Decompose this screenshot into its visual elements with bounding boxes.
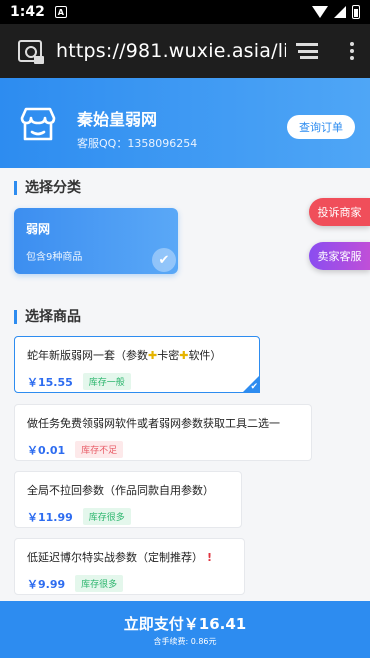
seller-service-button[interactable]: 卖家客服 bbox=[309, 242, 370, 270]
stock-badge: 库存很多 bbox=[82, 508, 131, 525]
product-name: 蛇年新版弱网一套（参数✚卡密✚软件） bbox=[27, 349, 222, 362]
wifi-icon bbox=[312, 6, 328, 18]
product-price: ￥15.55 bbox=[27, 375, 73, 389]
shop-qq: 客服QQ：1358096254 bbox=[77, 137, 198, 150]
shop-name: 秦始皇弱网 bbox=[77, 110, 158, 129]
product-section-title: 选择商品 bbox=[14, 310, 81, 324]
status-icons bbox=[312, 5, 360, 19]
more-menu-icon[interactable] bbox=[346, 42, 358, 60]
product-name: 做任务免费领弱网软件或者弱网参数获取工具二选一 bbox=[27, 417, 280, 430]
check-icon: ✔ bbox=[152, 248, 176, 272]
signal-icon bbox=[334, 6, 346, 18]
category-name: 弱网 bbox=[26, 222, 51, 236]
store-icon bbox=[20, 107, 56, 141]
product-price: ￥0.01 bbox=[27, 443, 66, 457]
product-price: ￥11.99 bbox=[27, 510, 73, 524]
site-info-icon[interactable] bbox=[18, 40, 44, 64]
category-card[interactable]: 弱网 包含9种商品 ✔ bbox=[14, 208, 178, 274]
pay-button[interactable]: 立即支付￥16.41 含手续费: 0.86元 bbox=[0, 601, 370, 658]
product-card[interactable]: 做任务免费领弱网软件或者弱网参数获取工具二选一 ￥0.01 库存不足 bbox=[14, 404, 312, 461]
sparkle-icon: ✚ bbox=[148, 349, 158, 362]
stock-badge: 库存很多 bbox=[75, 575, 124, 592]
tabs-icon[interactable] bbox=[296, 43, 318, 59]
product-price: ￥9.99 bbox=[27, 577, 66, 591]
status-time: 1:42 bbox=[10, 4, 45, 20]
pay-fee: 含手续费: 0.86元 bbox=[153, 637, 217, 646]
alert-icon: ! bbox=[207, 551, 213, 564]
notification-icon: A bbox=[54, 6, 67, 18]
complain-button[interactable]: 投诉商家 bbox=[309, 198, 370, 226]
browser-toolbar: https://981.wuxie.asia/lin bbox=[0, 24, 370, 78]
pay-total: 立即支付￥16.41 bbox=[123, 615, 247, 633]
product-card[interactable]: 蛇年新版弱网一套（参数✚卡密✚软件） ￥15.55 库存一般 ✔ bbox=[14, 336, 260, 393]
category-count: 包含9种商品 bbox=[26, 252, 83, 263]
status-bar: 1:42 A bbox=[0, 0, 370, 24]
stock-badge: 库存一般 bbox=[82, 373, 131, 390]
category-section-title: 选择分类 bbox=[14, 181, 81, 195]
query-order-button[interactable]: 查询订单 bbox=[287, 115, 355, 139]
product-card[interactable]: 低延迟博尔特实战参数（定制推荐）! ￥9.99 库存很多 bbox=[14, 538, 245, 595]
check-icon: ✔ bbox=[250, 382, 258, 392]
battery-icon bbox=[352, 5, 360, 19]
product-card[interactable]: 全局不拉回参数（作品同款自用参数） ￥11.99 库存很多 bbox=[14, 471, 242, 528]
url-bar[interactable]: https://981.wuxie.asia/lin bbox=[56, 40, 286, 62]
product-name: 低延迟博尔特实战参数（定制推荐）! bbox=[27, 551, 213, 564]
stock-badge: 库存不足 bbox=[75, 441, 124, 458]
product-name: 全局不拉回参数（作品同款自用参数） bbox=[27, 484, 214, 497]
